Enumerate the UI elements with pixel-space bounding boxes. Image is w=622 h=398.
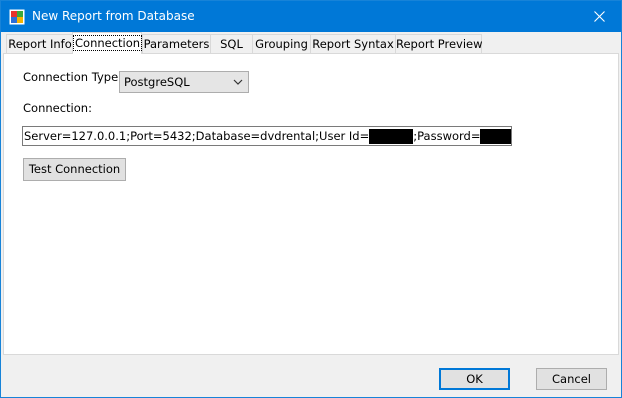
- tab-grouping[interactable]: Grouping: [252, 34, 311, 54]
- tab-label: Connection: [73, 35, 143, 51]
- connection-type-label: Connection Type:: [23, 70, 123, 84]
- tab-parameters[interactable]: Parameters: [142, 34, 211, 54]
- connection-string-input[interactable]: Server=127.0.0.1;Port=5432;Database=dvdr…: [22, 126, 512, 146]
- close-button[interactable]: [577, 1, 621, 32]
- title-bar[interactable]: New Report from Database: [1, 1, 621, 32]
- ok-button[interactable]: OK: [439, 368, 510, 390]
- redacted-password: [480, 129, 511, 144]
- tab-label: Report Syntax: [312, 37, 394, 51]
- app-icon: [9, 9, 25, 25]
- tab-report-syntax[interactable]: Report Syntax: [310, 34, 396, 54]
- tab-label: Report Info: [8, 37, 72, 51]
- tab-label: Parameters: [143, 37, 210, 51]
- tab-label: SQL: [220, 37, 243, 51]
- tab-sql[interactable]: SQL: [210, 34, 253, 54]
- cancel-button[interactable]: Cancel: [536, 368, 607, 390]
- tab-report-info[interactable]: Report Info: [6, 34, 74, 54]
- tab-report-preview[interactable]: Report Preview: [395, 34, 483, 54]
- test-connection-button[interactable]: Test Connection: [23, 158, 126, 181]
- tab-label: Grouping: [255, 37, 308, 51]
- connection-type-select[interactable]: PostgreSQL: [119, 71, 249, 93]
- window-title: New Report from Database: [32, 9, 195, 23]
- tab-strip: Report Info Connection Parameters SQL Gr…: [3, 32, 619, 54]
- connection-label: Connection:: [23, 101, 92, 115]
- chevron-down-icon: [233, 79, 243, 85]
- connection-type-value: PostgreSQL: [124, 75, 190, 89]
- report-dialog-window: New Report from Database Report Info Con…: [0, 0, 622, 398]
- connection-tab-panel: Connection Type: PostgreSQL Connection: …: [3, 53, 619, 355]
- connection-string-mid: ;Password=: [413, 129, 481, 143]
- tab-label: Report Preview: [396, 37, 483, 51]
- redacted-user-id: [369, 129, 414, 144]
- tab-connection[interactable]: Connection: [72, 32, 143, 54]
- connection-string-prefix: Server=127.0.0.1;Port=5432;Database=dvdr…: [24, 129, 370, 143]
- close-icon: [593, 11, 605, 22]
